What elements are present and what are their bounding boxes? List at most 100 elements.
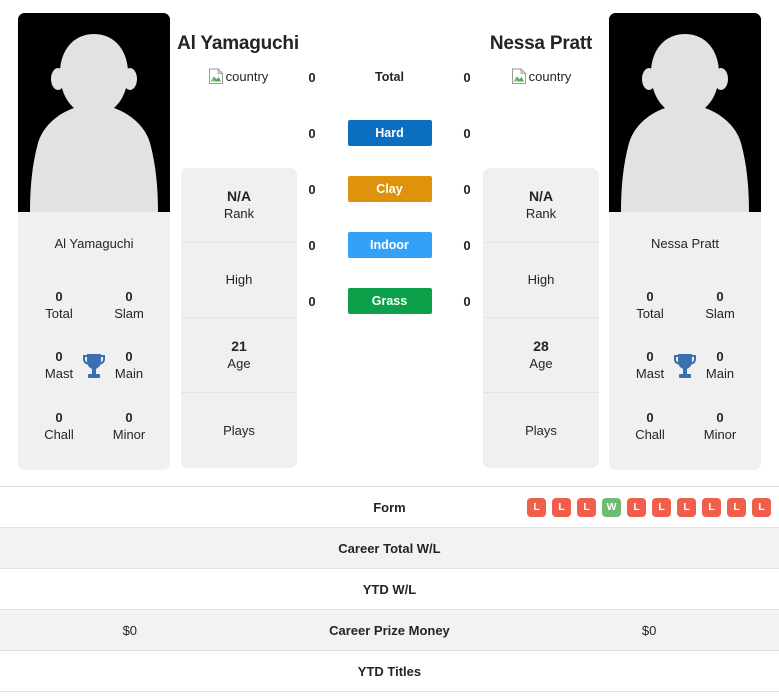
titles-slam-left: 0 Slam <box>94 275 164 335</box>
form-badge-loss[interactable]: L <box>677 497 697 517</box>
surface-clay-left-value: 0 <box>308 181 316 197</box>
plays-label-right: Plays <box>525 422 557 438</box>
broken-image-icon <box>208 68 225 85</box>
form-badge-loss[interactable]: L <box>652 497 672 517</box>
form-row-label: Form <box>373 499 406 515</box>
titles-slam-right: 0 Slam <box>685 275 755 335</box>
player-card-right[interactable]: Nessa Pratt <box>609 13 761 275</box>
titles-total-right-value: 0 <box>646 289 654 305</box>
info-row-age-right: 28 Age <box>483 318 599 393</box>
info-row-plays-right: Plays <box>483 393 599 468</box>
info-row-rank-left: N/A Rank <box>181 168 297 243</box>
form-badge-win[interactable]: W <box>602 497 622 517</box>
surface-badge-total: Total <box>375 70 404 84</box>
form-badge-loss[interactable]: L <box>527 497 547 517</box>
titles-slam-right-label: Slam <box>705 306 735 322</box>
surface-row-total: 0 Total 0 <box>300 63 479 91</box>
high-label-left: High <box>225 272 253 287</box>
surface-row-clay: 0 Clay 0 <box>300 175 479 203</box>
table-row: YTD Titles <box>0 651 779 692</box>
surface-indoor-left-value: 0 <box>308 237 316 253</box>
surface-badge-grass[interactable]: Grass <box>347 288 432 314</box>
titles-mast-right-value: 0 <box>646 349 654 365</box>
titles-slam-left-value: 0 <box>125 289 133 305</box>
titles-mast-left-value: 0 <box>55 349 63 365</box>
form-badge-loss[interactable]: L <box>752 497 772 517</box>
form-badge-loss[interactable]: L <box>552 497 572 517</box>
career-prize-money-left: $0 <box>122 622 138 638</box>
age-value-left: 21 <box>231 338 247 354</box>
surface-badge-hard[interactable]: Hard <box>347 120 432 146</box>
titles-card-right: 0 Total 0 Slam 0 Mast 0 Main 0 Chall 0 M… <box>609 261 761 470</box>
info-row-high-right: High <box>483 243 599 318</box>
table-row: YTD W/L <box>0 569 779 610</box>
titles-minor-right: 0 Minor <box>685 396 755 456</box>
player-name-left: Al Yamaguchi <box>177 33 299 54</box>
career-prize-money-label: Career Prize Money <box>329 622 450 638</box>
titles-chall-right-value: 0 <box>646 409 654 425</box>
surface-indoor-right-value: 0 <box>463 237 471 253</box>
titles-minor-right-label: Minor <box>703 426 737 442</box>
info-row-rank-right: N/A Rank <box>483 168 599 243</box>
surface-badge-clay[interactable]: Clay <box>347 176 432 202</box>
titles-total-left: 0 Total <box>24 275 94 335</box>
ytd-wl-label: YTD W/L <box>362 581 417 597</box>
titles-minor-left: 0 Minor <box>94 396 164 456</box>
surface-hard-right-value: 0 <box>463 125 471 141</box>
rank-value-right: N/A <box>528 188 554 204</box>
surface-row-indoor: 0 Indoor 0 <box>300 231 479 259</box>
age-label-left: Age <box>227 356 251 371</box>
country-flag-alt-right: country <box>528 69 572 84</box>
titles-mast-left-label: Mast <box>44 366 74 382</box>
titles-minor-left-value: 0 <box>125 409 133 425</box>
plays-label-left: Plays <box>223 422 255 438</box>
rank-value-left: N/A <box>226 188 252 204</box>
info-row-age-left: 21 Age <box>181 318 297 393</box>
surface-grass-right-value: 0 <box>463 293 471 309</box>
form-badge-loss[interactable]: L <box>727 497 747 517</box>
rank-label-right: Rank <box>525 206 557 221</box>
surface-total-left-value: 0 <box>308 69 316 85</box>
titles-chall-right: 0 Chall <box>615 396 685 456</box>
titles-main-left-value: 0 <box>125 349 133 365</box>
table-row: $0 Career Prize Money $0 <box>0 610 779 651</box>
form-badge-loss[interactable]: L <box>702 497 722 517</box>
titles-total-left-value: 0 <box>55 289 63 305</box>
titles-mast-right-label: Mast <box>635 366 665 382</box>
age-value-right: 28 <box>533 338 549 354</box>
surface-row-grass: 0 Grass 0 <box>300 287 479 315</box>
country-flag-alt-left: country <box>225 69 269 84</box>
player-avatar-right <box>609 13 761 212</box>
info-card-right: N/A Rank High 28 Age Plays <box>483 168 599 468</box>
table-row: Career Total W/L <box>0 528 779 569</box>
surface-badge-indoor[interactable]: Indoor <box>347 232 432 258</box>
titles-slam-left-label: Slam <box>114 306 144 322</box>
form-badge-loss[interactable]: L <box>577 497 597 517</box>
broken-image-icon <box>511 68 528 85</box>
info-row-high-left: High <box>181 243 297 318</box>
form-badges-right: LLLWLLLLLL <box>527 497 772 517</box>
titles-minor-left-label: Minor <box>112 426 146 442</box>
info-card-left: N/A Rank High 21 Age Plays <box>181 168 297 468</box>
player-name-right: Nessa Pratt <box>489 33 593 54</box>
titles-minor-right-value: 0 <box>716 409 724 425</box>
surface-grass-left-value: 0 <box>308 293 316 309</box>
titles-total-right: 0 Total <box>615 275 685 335</box>
rank-label-left: Rank <box>223 206 255 221</box>
titles-chall-left: 0 Chall <box>24 396 94 456</box>
high-label-right: High <box>527 272 555 287</box>
titles-chall-left-value: 0 <box>55 409 63 425</box>
surface-clay-right-value: 0 <box>463 181 471 197</box>
titles-slam-right-value: 0 <box>716 289 724 305</box>
titles-chall-left-label: Chall <box>44 426 74 442</box>
info-row-plays-left: Plays <box>181 393 297 468</box>
surface-hard-left-value: 0 <box>308 125 316 141</box>
table-row: Form LLLWLLLLLL <box>0 487 779 528</box>
ytd-titles-label: YTD Titles <box>357 663 422 679</box>
surface-total-right-value: 0 <box>463 69 471 85</box>
comparison-stats-table: Form LLLWLLLLLL Career Total W/L YTD W/L… <box>0 486 779 692</box>
titles-main-right-label: Main <box>705 366 735 382</box>
form-badge-loss[interactable]: L <box>627 497 647 517</box>
titles-chall-right-label: Chall <box>635 426 665 442</box>
player-comparison-section: Al Yamaguchi Nessa Pratt Al Yamaguchi Ne… <box>0 0 779 486</box>
